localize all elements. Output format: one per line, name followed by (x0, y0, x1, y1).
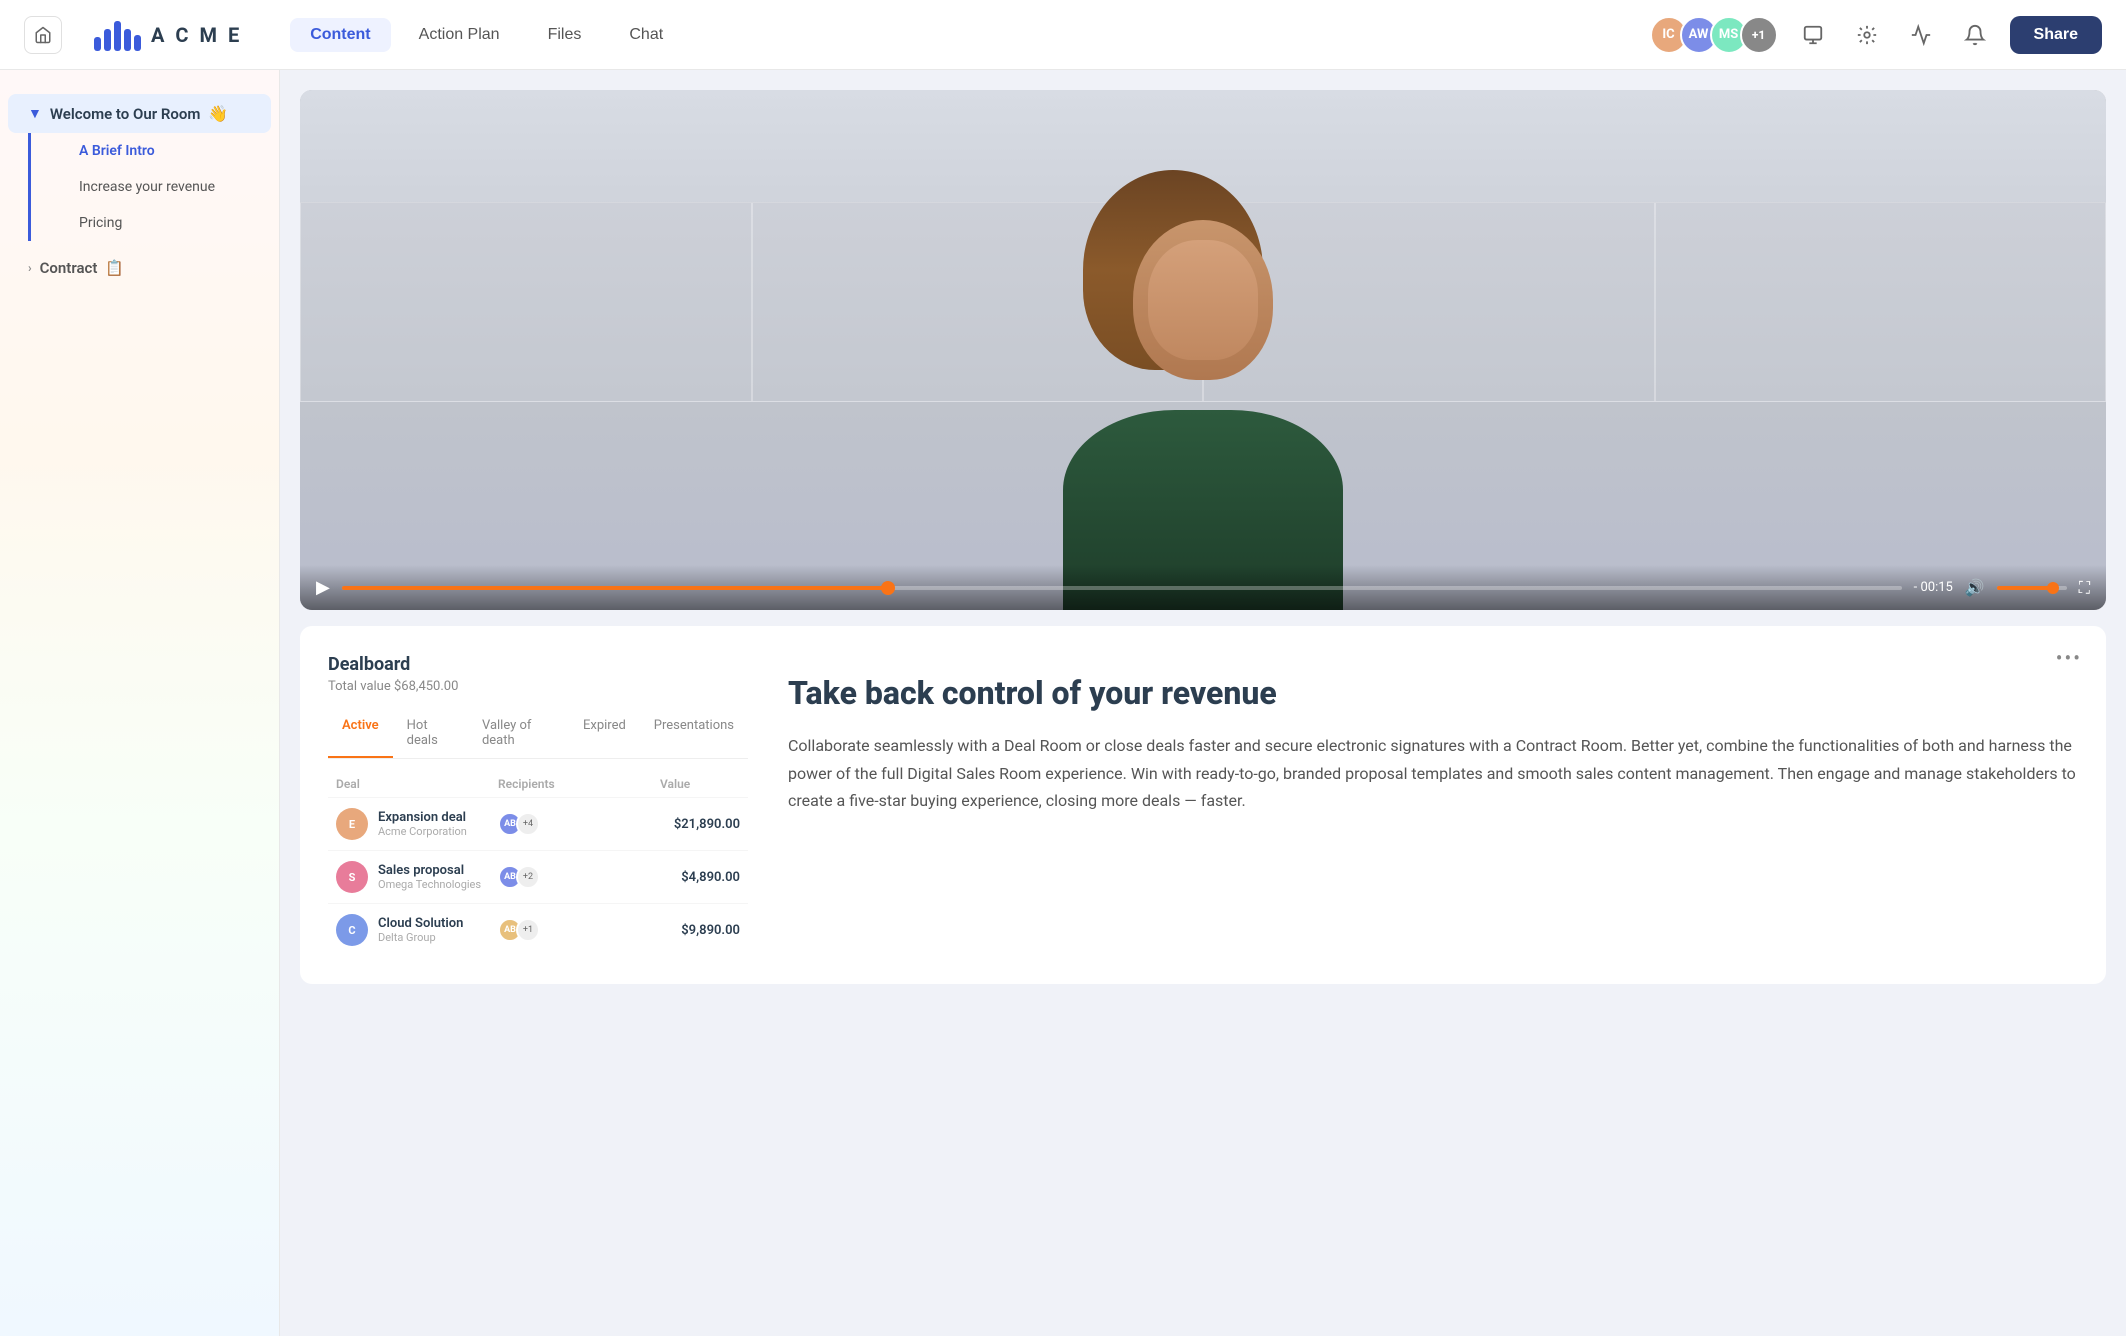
settings-icon[interactable] (1848, 16, 1886, 54)
recipients-2: AB +2 (498, 865, 660, 889)
deal-info-1: E Expansion deal Acme Corporation (336, 808, 498, 840)
sidebar-contract-title: Contract (40, 259, 98, 277)
dealboard-subtitle: Total value $68,450.00 (328, 679, 748, 694)
video-progress-bar[interactable] (342, 586, 1902, 590)
deal-avatar-1: E (336, 808, 368, 840)
dealboard-title: Dealboard (328, 654, 748, 675)
home-button[interactable] (24, 16, 62, 54)
video-background (300, 90, 2106, 610)
recipients-1: AB +4 (498, 812, 660, 836)
col-recipients: Recipients (498, 777, 660, 791)
dealboard-right-panel: Take back control of your revenue Collab… (788, 654, 2078, 814)
video-time: - 00:15 (1914, 580, 1953, 595)
deal-avatar-3: C (336, 914, 368, 946)
more-options-icon[interactable]: ••• (2056, 646, 2082, 670)
table-header: Deal Recipients Value (328, 771, 748, 797)
notifications-icon[interactable] (1794, 16, 1832, 54)
sidebar-welcome-title: Welcome to Our Room (50, 105, 201, 123)
sidebar: ▼ Welcome to Our Room 👋 A Brief Intro In… (0, 70, 280, 1336)
table-row: C Cloud Solution Delta Group AB +1 $9,89… (328, 903, 748, 956)
video-container: ▶ - 00:15 🔊 ⛶ (300, 90, 2106, 610)
deal-name-3: Cloud Solution (378, 916, 463, 931)
volume-thumb[interactable] (2047, 582, 2059, 594)
tab-chat[interactable]: Chat (609, 18, 683, 52)
logo-bars-icon (94, 19, 141, 51)
deal-company-2: Omega Technologies (378, 878, 481, 891)
navbar: A C M E Content Action Plan Files Chat I… (0, 0, 2126, 70)
content-area: ▶ - 00:15 🔊 ⛶ ••• Dealboard Total value … (280, 70, 2126, 1336)
person-face (1148, 240, 1258, 360)
bell-icon[interactable] (1956, 16, 1994, 54)
sidebar-item-increase-revenue[interactable]: Increase your revenue (63, 169, 271, 205)
contract-emoji: 📋 (105, 259, 124, 277)
share-button[interactable]: Share (2010, 16, 2102, 54)
rec-plus-2: +2 (516, 865, 540, 889)
person-head (1133, 220, 1273, 380)
dealboard-card: ••• Dealboard Total value $68,450.00 Act… (300, 626, 2106, 984)
dealboard-tab-presentations[interactable]: Presentations (640, 710, 748, 758)
table-row: S Sales proposal Omega Technologies AB +… (328, 850, 748, 903)
rec-plus-3: +1 (516, 918, 540, 942)
volume-icon[interactable]: 🔊 (1965, 578, 1985, 597)
analytics-icon[interactable] (1902, 16, 1940, 54)
deal-name-2: Sales proposal (378, 863, 481, 878)
play-button[interactable]: ▶ (316, 577, 330, 598)
avatar-plus: +1 (1740, 16, 1778, 54)
sidebar-welcome-header[interactable]: ▼ Welcome to Our Room 👋 (8, 94, 271, 133)
deal-company-1: Acme Corporation (378, 825, 467, 838)
fullscreen-button[interactable]: ⛶ (2079, 578, 2090, 598)
dealboard-table: Deal Recipients Value E Expansion deal A… (328, 771, 748, 956)
wall-panel-4 (1655, 202, 2107, 402)
deal-value-2: $4,890.00 (660, 870, 740, 885)
nav-tabs: Content Action Plan Files Chat (290, 18, 1617, 52)
deal-value-1: $21,890.00 (660, 817, 740, 832)
deal-company-3: Delta Group (378, 931, 463, 944)
video-progress-filled (342, 586, 888, 590)
sidebar-contract-header[interactable]: › Contract 📋 (8, 249, 271, 287)
chevron-down-icon: ▼ (28, 105, 42, 122)
dealboard-heading: Take back control of your revenue (788, 674, 2078, 712)
dealboard-tab-hot[interactable]: Hot deals (393, 710, 468, 758)
logo: A C M E (94, 19, 242, 51)
video-progress-thumb[interactable] (881, 581, 895, 595)
main-layout: ▼ Welcome to Our Room 👋 A Brief Intro In… (0, 70, 2126, 1336)
tab-action-plan[interactable]: Action Plan (399, 18, 520, 52)
col-value: Value (660, 777, 740, 791)
dealboard-tabs: Active Hot deals Valley of death Expired… (328, 710, 748, 759)
tab-files[interactable]: Files (528, 18, 602, 52)
sidebar-item-pricing[interactable]: Pricing (63, 205, 271, 241)
deal-info-2: S Sales proposal Omega Technologies (336, 861, 498, 893)
avatar-group: IC AW MS +1 (1650, 16, 1778, 54)
dealboard-tab-active[interactable]: Active (328, 710, 393, 758)
dealboard-left-panel: Dealboard Total value $68,450.00 Active … (328, 654, 748, 956)
tab-content[interactable]: Content (290, 18, 390, 52)
dealboard-tab-expired[interactable]: Expired (569, 710, 640, 758)
logo-text: A C M E (151, 23, 242, 47)
sidebar-welcome-items: A Brief Intro Increase your revenue Pric… (28, 133, 271, 241)
sidebar-item-brief-intro[interactable]: A Brief Intro (63, 133, 271, 169)
table-row: E Expansion deal Acme Corporation AB +4 … (328, 797, 748, 850)
deal-name-1: Expansion deal (378, 810, 467, 825)
rec-plus-1: +4 (516, 812, 540, 836)
col-deal: Deal (336, 777, 498, 791)
wave-emoji: 👋 (208, 104, 228, 123)
video-person (1063, 180, 1343, 610)
nav-right: IC AW MS +1 Sh (1650, 16, 2102, 54)
sidebar-section-welcome: ▼ Welcome to Our Room 👋 A Brief Intro In… (0, 94, 279, 241)
volume-filled (1997, 586, 2053, 590)
chevron-right-icon: › (28, 261, 32, 275)
dealboard-description: Collaborate seamlessly with a Deal Room … (788, 732, 2078, 814)
deal-value-3: $9,890.00 (660, 923, 740, 938)
deal-info-3: C Cloud Solution Delta Group (336, 914, 498, 946)
deal-avatar-2: S (336, 861, 368, 893)
volume-bar[interactable] (1997, 586, 2067, 590)
video-controls: ▶ - 00:15 🔊 ⛶ (300, 565, 2106, 610)
wall-panel-1 (300, 202, 752, 402)
dealboard-tab-valley[interactable]: Valley of death (468, 710, 569, 758)
recipients-3: AB +1 (498, 918, 660, 942)
